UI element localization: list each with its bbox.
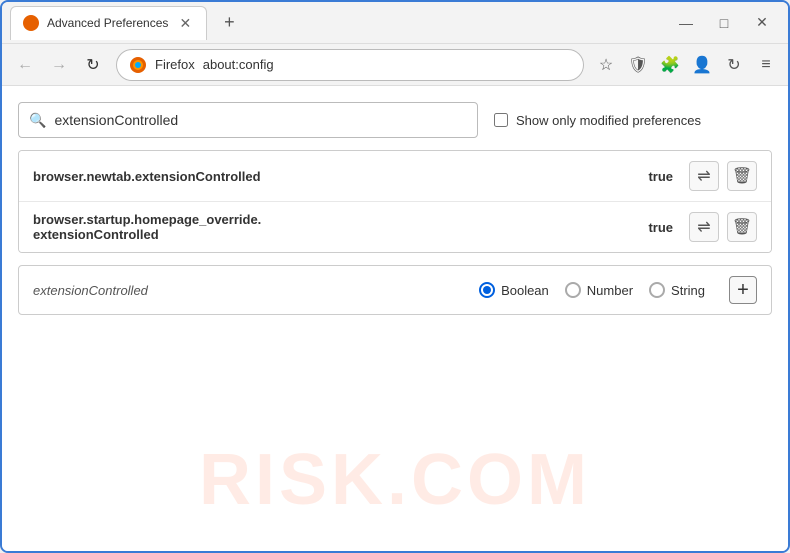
profile-icon[interactable]: 👤 bbox=[688, 51, 716, 79]
results-table: browser.newtab.extensionControlled true … bbox=[18, 150, 772, 253]
reload-button[interactable]: ↻ bbox=[78, 50, 108, 80]
pref-name-1: browser.newtab.extensionControlled bbox=[33, 169, 632, 184]
number-option[interactable]: Number bbox=[565, 282, 633, 298]
title-bar: Advanced Preferences ✕ + — □ ✕ bbox=[2, 2, 788, 44]
number-label: Number bbox=[587, 283, 633, 298]
pref-name-2: browser.startup.homepage_override. exten… bbox=[33, 212, 632, 242]
pref-value-1: true bbox=[632, 169, 673, 184]
toolbar-icons: ☆ 🛡 🧩 👤 ↻ ≡ bbox=[592, 51, 780, 79]
active-tab[interactable]: Advanced Preferences ✕ bbox=[10, 6, 207, 40]
pref-actions-2: ⇌ 🗑 bbox=[689, 212, 757, 242]
show-modified-row: Show only modified preferences bbox=[494, 113, 701, 128]
table-row: browser.startup.homepage_override. exten… bbox=[19, 202, 771, 252]
sync-icon[interactable]: ↻ bbox=[720, 51, 748, 79]
new-pref-name: extensionControlled bbox=[33, 283, 148, 298]
minimize-button[interactable]: — bbox=[668, 9, 704, 37]
content-area: RISK.COM 🔍 Show only modified preference… bbox=[2, 86, 788, 551]
back-button[interactable]: ← bbox=[10, 50, 40, 80]
toggle-button-1[interactable]: ⇌ bbox=[689, 161, 719, 191]
new-tab-button[interactable]: + bbox=[215, 9, 243, 37]
pref-actions-1: ⇌ 🗑 bbox=[689, 161, 757, 191]
string-label: String bbox=[671, 283, 705, 298]
address-bar[interactable]: Firefox about:config bbox=[116, 49, 584, 81]
shield-icon[interactable]: 🛡 bbox=[624, 51, 652, 79]
boolean-option[interactable]: Boolean bbox=[479, 282, 549, 298]
address-url: about:config bbox=[203, 57, 274, 72]
browser-name: Firefox bbox=[155, 57, 195, 72]
browser-window: Advanced Preferences ✕ + — □ ✕ ← → ↻ Fir… bbox=[0, 0, 790, 553]
search-box[interactable]: 🔍 bbox=[18, 102, 478, 138]
pref-value-2: true bbox=[632, 220, 673, 235]
boolean-label: Boolean bbox=[501, 283, 549, 298]
close-button[interactable]: ✕ bbox=[744, 9, 780, 37]
maximize-button[interactable]: □ bbox=[706, 9, 742, 37]
firefox-logo-icon bbox=[129, 56, 147, 74]
bookmark-icon[interactable]: ☆ bbox=[592, 51, 620, 79]
tab-close-button[interactable]: ✕ bbox=[176, 14, 194, 32]
tab-title: Advanced Preferences bbox=[47, 16, 168, 30]
show-modified-label[interactable]: Show only modified preferences bbox=[516, 113, 701, 128]
show-modified-checkbox[interactable] bbox=[494, 113, 508, 127]
extension-icon[interactable]: 🧩 bbox=[656, 51, 684, 79]
toggle-button-2[interactable]: ⇌ bbox=[689, 212, 719, 242]
delete-button-2[interactable]: 🗑 bbox=[727, 212, 757, 242]
string-option[interactable]: String bbox=[649, 282, 705, 298]
delete-button-1[interactable]: 🗑 bbox=[727, 161, 757, 191]
toolbar: ← → ↻ Firefox about:config ☆ 🛡 🧩 👤 ↻ ≡ bbox=[2, 44, 788, 86]
boolean-radio[interactable] bbox=[479, 282, 495, 298]
forward-button[interactable]: → bbox=[44, 50, 74, 80]
type-options: Boolean Number String bbox=[479, 282, 705, 298]
search-row: 🔍 Show only modified preferences bbox=[18, 102, 772, 138]
number-radio[interactable] bbox=[565, 282, 581, 298]
menu-icon[interactable]: ≡ bbox=[752, 51, 780, 79]
string-radio[interactable] bbox=[649, 282, 665, 298]
new-pref-row: extensionControlled Boolean Number Strin… bbox=[18, 265, 772, 315]
table-row: browser.newtab.extensionControlled true … bbox=[19, 151, 771, 202]
add-pref-button[interactable]: + bbox=[729, 276, 757, 304]
window-controls: — □ ✕ bbox=[668, 9, 780, 37]
tab-favicon bbox=[23, 15, 39, 31]
search-icon: 🔍 bbox=[29, 112, 46, 129]
watermark: RISK.COM bbox=[199, 439, 591, 521]
search-input[interactable] bbox=[54, 112, 467, 128]
